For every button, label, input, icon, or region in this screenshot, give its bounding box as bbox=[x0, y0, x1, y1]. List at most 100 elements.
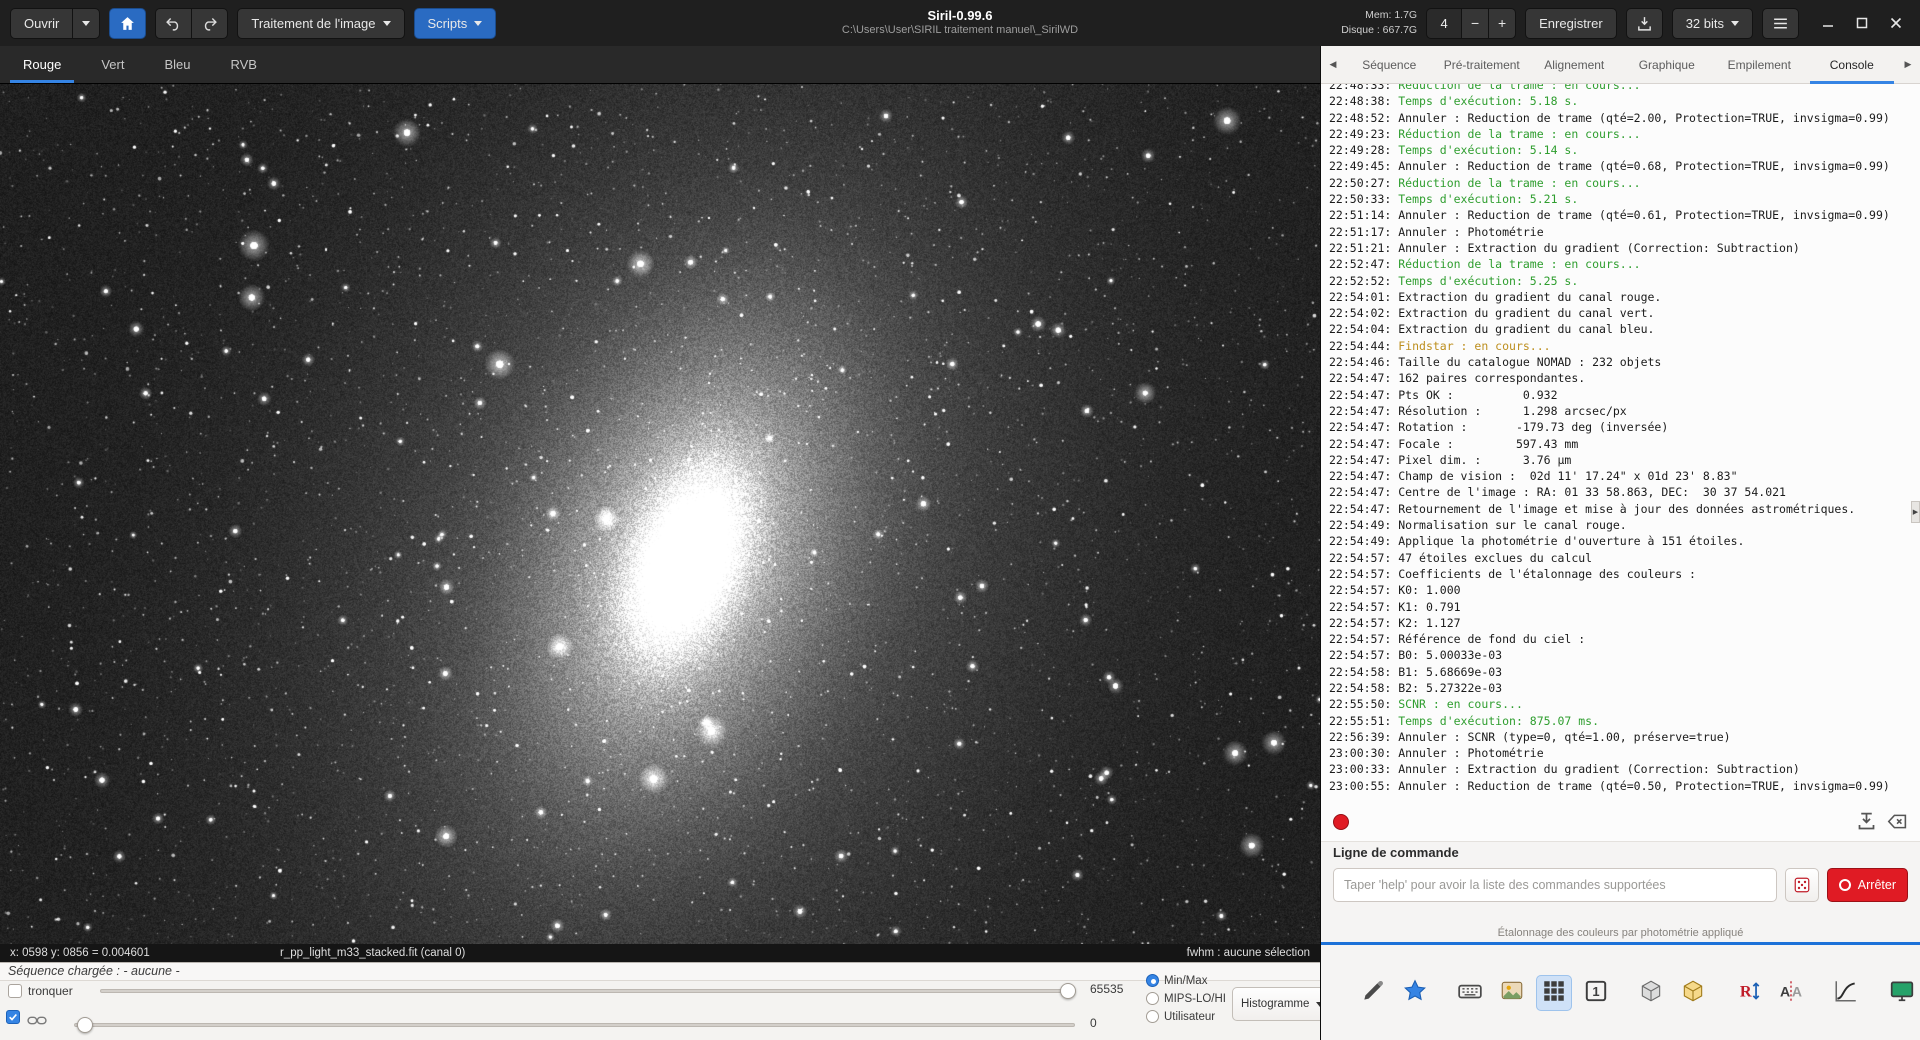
open-dropdown-button[interactable] bbox=[72, 8, 100, 39]
tabs-scroll-left-button[interactable]: ◀ bbox=[1323, 46, 1343, 83]
image-processing-menu-label: Traitement de l'image bbox=[251, 16, 375, 31]
channel-tab-rvb[interactable]: RVB bbox=[211, 46, 276, 83]
panel-tab-pre-traitement[interactable]: Pré-traitement bbox=[1436, 46, 1529, 83]
hamburger-menu-button[interactable] bbox=[1762, 8, 1799, 39]
channel-tab-rouge[interactable]: Rouge bbox=[4, 46, 80, 83]
deconvolution-button[interactable] bbox=[1675, 975, 1711, 1011]
display-mode-button[interactable] bbox=[1884, 975, 1920, 1011]
photo-icon bbox=[1499, 978, 1525, 1007]
low-level-slider[interactable] bbox=[74, 1023, 1075, 1027]
close-button[interactable] bbox=[1882, 9, 1910, 37]
maximize-button[interactable] bbox=[1848, 9, 1876, 37]
truncate-checkbox[interactable] bbox=[8, 984, 22, 998]
command-line-label: Ligne de commande bbox=[1321, 842, 1920, 862]
svg-text:A: A bbox=[1791, 983, 1801, 999]
mirror-button[interactable]: AA bbox=[1773, 975, 1809, 1011]
console-line: 22:54:57: Coefficients de l'étalonnage d… bbox=[1329, 566, 1912, 582]
image-processing-menu-button[interactable]: Traitement de l'image bbox=[237, 8, 404, 39]
command-list-button[interactable] bbox=[1785, 868, 1819, 902]
console-line: 22:51:17: Annuler : Photométrie bbox=[1329, 224, 1912, 240]
save-button[interactable]: Enregistrer bbox=[1525, 8, 1617, 39]
decrement-button[interactable]: − bbox=[1462, 8, 1489, 39]
tabs-scroll-right-button[interactable]: ▶ bbox=[1898, 46, 1918, 83]
minimize-button[interactable] bbox=[1814, 9, 1842, 37]
stop-label: Arrêter bbox=[1858, 878, 1896, 892]
stop-button[interactable]: Arrêter bbox=[1827, 868, 1908, 902]
image-canvas[interactable] bbox=[0, 84, 1320, 944]
snapshot-button[interactable] bbox=[1494, 975, 1530, 1011]
panel-tab-console[interactable]: Console bbox=[1806, 46, 1899, 83]
curves-button[interactable] bbox=[1829, 975, 1865, 1011]
open-button[interactable]: Ouvrir bbox=[10, 8, 72, 39]
filename-label: r_pp_light_m33_stacked.fit (canal 0) bbox=[280, 947, 465, 959]
svg-text:R: R bbox=[1740, 982, 1752, 1000]
main-area: RougeVertBleuRVB x: 0598 y: 0856 = 0.004… bbox=[0, 46, 1920, 1040]
rotate-channels-button[interactable]: R bbox=[1731, 975, 1767, 1011]
keyboard-shortcuts-button[interactable] bbox=[1453, 975, 1489, 1011]
tile-grid-button[interactable] bbox=[1536, 975, 1572, 1011]
window-controls bbox=[1814, 9, 1910, 37]
record-log-button[interactable] bbox=[1333, 814, 1349, 830]
titlebar: Ouvrir Traitement de l'image Scripts Sir… bbox=[0, 0, 1920, 46]
increment-button[interactable]: + bbox=[1489, 8, 1516, 39]
chevron-down-icon bbox=[474, 21, 482, 26]
redo-button[interactable] bbox=[191, 8, 228, 39]
cube-alt-icon bbox=[1680, 978, 1706, 1007]
display-mode-min-max[interactable]: Min/Max bbox=[1146, 974, 1226, 987]
export-log-button[interactable] bbox=[1856, 811, 1877, 832]
radio-icon[interactable] bbox=[1146, 974, 1159, 987]
console-line: 22:54:47: Pts OK : 0.932 bbox=[1329, 387, 1912, 403]
undo-button[interactable] bbox=[155, 8, 191, 39]
low-slider-handle[interactable] bbox=[77, 1017, 93, 1033]
keyboard-icon bbox=[1457, 978, 1483, 1007]
cube-icon bbox=[1638, 978, 1664, 1007]
home-button[interactable] bbox=[109, 8, 146, 39]
scripts-menu-label: Scripts bbox=[428, 16, 468, 31]
display-mode-mips-lo-hi[interactable]: MIPS-LO/HI bbox=[1146, 992, 1226, 1005]
console-line: 23:00:30: Annuler : Photométrie bbox=[1329, 745, 1912, 761]
thread-count-value[interactable]: 4 bbox=[1426, 8, 1462, 39]
console-log[interactable]: 22:48:33: Réduction de la trame : en cou… bbox=[1321, 84, 1920, 802]
high-level-slider[interactable] bbox=[100, 989, 1075, 993]
image-viewer-panel: RougeVertBleuRVB x: 0598 y: 0856 = 0.004… bbox=[0, 46, 1320, 1040]
console-line: 22:54:47: Pixel dim. : 3.76 µm bbox=[1329, 452, 1912, 468]
right-panel-tabs: ◀ SéquencePré-traitementAlignementGraphi… bbox=[1321, 46, 1920, 84]
console-line: 22:54:47: Rotation : -179.73 deg (invers… bbox=[1329, 419, 1912, 435]
thread-count-spinner: 4 − + bbox=[1426, 8, 1516, 39]
radio-icon[interactable] bbox=[1146, 1010, 1159, 1023]
console-line: 22:54:57: 47 étoiles exclues du calcul bbox=[1329, 550, 1912, 566]
panel-tab-alignement[interactable]: Alignement bbox=[1528, 46, 1621, 83]
truncate-option[interactable]: tronquer bbox=[8, 984, 73, 998]
status-message: Étalonnage des couleurs par photométrie … bbox=[1321, 908, 1920, 942]
panel-tab-sequence[interactable]: Séquence bbox=[1343, 46, 1436, 83]
radio-label: Min/Max bbox=[1164, 975, 1207, 987]
zoom-1-icon: 1 bbox=[1583, 978, 1609, 1007]
panel-tab-graphique[interactable]: Graphique bbox=[1621, 46, 1714, 83]
console-line: 22:54:47: Focale : 597.43 mm bbox=[1329, 436, 1912, 452]
home-icon bbox=[119, 15, 136, 32]
cursor-position-label: x: 0598 y: 0856 = 0.004601 bbox=[10, 947, 150, 959]
annotate-button[interactable] bbox=[1355, 975, 1391, 1011]
save-as-button[interactable] bbox=[1626, 8, 1663, 39]
bit-depth-label: 32 bits bbox=[1686, 16, 1724, 31]
linked-channels-checkbox[interactable] bbox=[6, 1010, 20, 1024]
channel-tab-bleu[interactable]: Bleu bbox=[145, 46, 209, 83]
chain-link-icon[interactable] bbox=[27, 1014, 47, 1032]
panel-resize-handle[interactable]: ▶ bbox=[1911, 501, 1920, 523]
high-slider-handle[interactable] bbox=[1060, 983, 1076, 999]
zoom-one-button[interactable]: 1 bbox=[1578, 975, 1614, 1011]
histogram-mode-button[interactable]: Histogramme bbox=[1232, 987, 1333, 1021]
channel-tab-vert[interactable]: Vert bbox=[82, 46, 143, 83]
bit-depth-select[interactable]: 32 bits bbox=[1672, 8, 1753, 39]
star-detection-button[interactable] bbox=[1397, 975, 1433, 1011]
undo-icon bbox=[165, 15, 182, 32]
background-extraction-button[interactable] bbox=[1634, 975, 1670, 1011]
clear-console-button[interactable] bbox=[1887, 811, 1908, 832]
display-mode-utilisateur[interactable]: Utilisateur bbox=[1146, 1010, 1226, 1023]
radio-icon[interactable] bbox=[1146, 992, 1159, 1005]
scripts-menu-button[interactable]: Scripts bbox=[414, 8, 497, 39]
console-line: 22:54:47: Centre de l'image : RA: 01 33 … bbox=[1329, 484, 1912, 500]
command-input[interactable] bbox=[1333, 868, 1777, 902]
fwhm-label: fwhm : aucune sélection bbox=[1187, 947, 1310, 959]
panel-tab-empilement[interactable]: Empilement bbox=[1713, 46, 1806, 83]
